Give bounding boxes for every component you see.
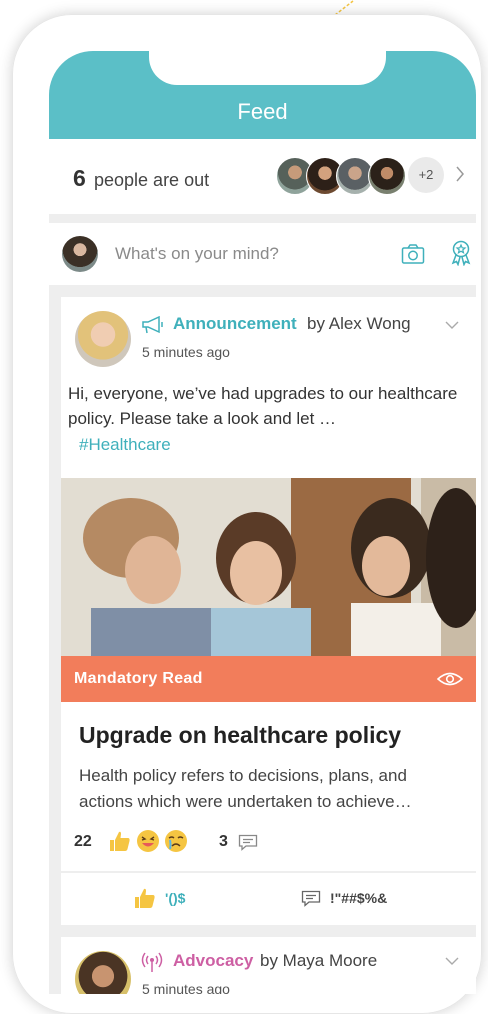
thumbs-up-icon <box>110 831 130 851</box>
people-out-count: 6 <box>73 165 86 191</box>
hashtag-link[interactable]: #Healthcare <box>79 435 171 455</box>
post-body: Hi, everyone, we’ve had upgrades to our … <box>68 384 458 428</box>
post-type-label[interactable]: Announcement <box>173 314 297 334</box>
megaphone-icon <box>142 316 163 334</box>
chevron-right-icon[interactable] <box>455 165 465 183</box>
award-icon[interactable] <box>450 240 472 266</box>
reaction-count: 22 <box>74 833 92 850</box>
feed-post[interactable]: Advocacy by Maya Moore 5 minutes ago <box>61 937 476 994</box>
eye-icon[interactable] <box>437 671 463 687</box>
phone-frame: Feed 6 people are out +2 What's on your … <box>12 14 482 1014</box>
post-image[interactable] <box>61 478 476 656</box>
comment-icon[interactable] <box>301 890 321 907</box>
post-photo-illustration <box>61 478 476 656</box>
chevron-down-icon[interactable] <box>445 957 459 966</box>
post-action-bar: '()$ !"##$%& <box>61 873 476 925</box>
more-count-badge: +2 <box>408 157 444 193</box>
post-author[interactable]: by Maya Moore <box>260 951 377 971</box>
post-author[interactable]: by Alex Wong <box>307 314 411 334</box>
chevron-down-icon[interactable] <box>445 321 459 330</box>
avatar <box>75 951 131 994</box>
post-timestamp: 5 minutes ago <box>142 344 230 360</box>
avatar <box>368 157 406 195</box>
comment-count: 3 <box>219 833 228 850</box>
people-out-row[interactable]: 6 people are out +2 <box>49 139 476 214</box>
article-title[interactable]: Upgrade on healthcare policy <box>79 722 401 749</box>
like-icon[interactable] <box>133 886 157 910</box>
screen: Feed 6 people are out +2 What's on your … <box>49 51 476 994</box>
feed-post[interactable]: Announcement by Alex Wong 5 minutes ago … <box>61 297 476 871</box>
post-composer[interactable]: What's on your mind? <box>49 223 476 285</box>
avatar <box>75 311 131 367</box>
header-bar: Feed <box>49 51 476 139</box>
post-type-label[interactable]: Advocacy <box>173 951 253 971</box>
camera-icon[interactable] <box>401 243 425 265</box>
people-out-label: people are out <box>94 170 210 190</box>
avatar <box>62 236 98 272</box>
like-button[interactable]: '()$ <box>165 890 185 906</box>
banner-label: Mandatory Read <box>74 670 203 687</box>
comment-icon <box>238 834 258 851</box>
phone-notch <box>149 51 386 85</box>
comment-button[interactable]: !"##$%& <box>330 890 387 906</box>
reaction-summary[interactable]: 22 3 <box>74 829 374 857</box>
composer-input[interactable]: What's on your mind? <box>115 244 279 264</box>
article-summary: Health policy refers to decisions, plans… <box>79 766 412 811</box>
laughing-emoji-icon <box>137 830 159 852</box>
crying-emoji-icon <box>165 830 187 852</box>
page-title: Feed <box>237 99 288 124</box>
post-timestamp: 5 minutes ago <box>142 981 230 994</box>
broadcast-icon <box>141 952 163 972</box>
mandatory-read-banner: Mandatory Read <box>61 656 476 702</box>
